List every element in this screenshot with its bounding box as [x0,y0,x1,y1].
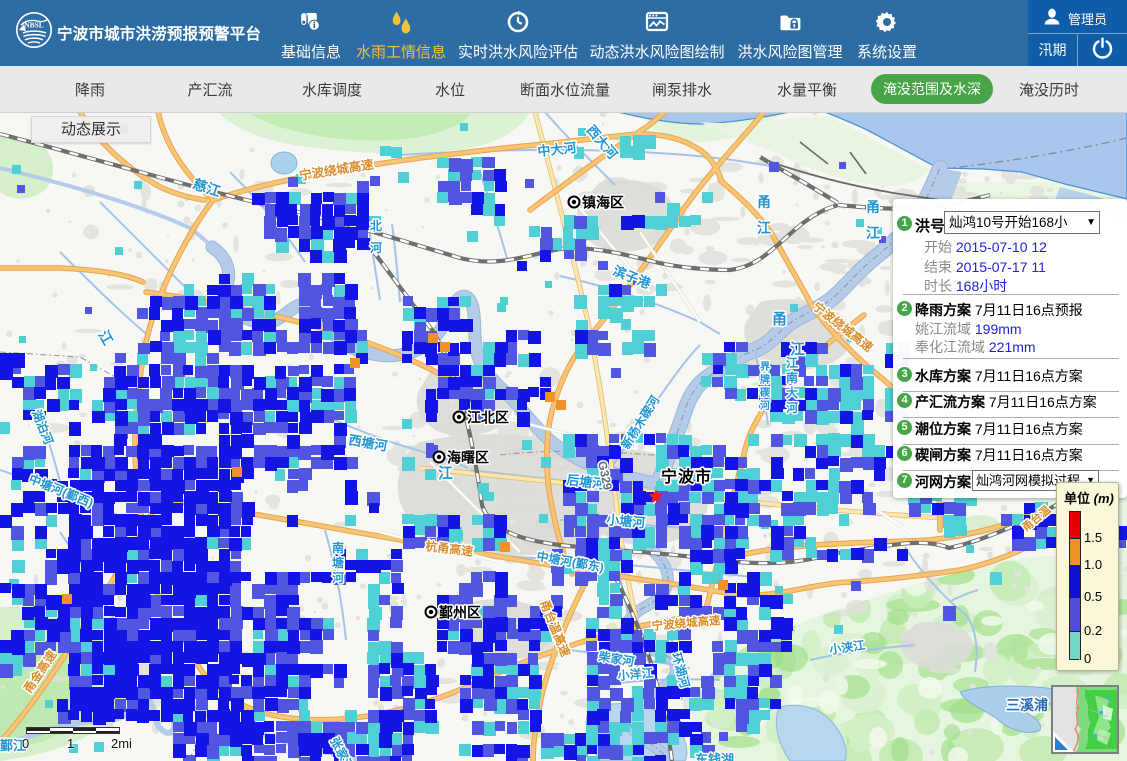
svg-text:南塘河: 南塘河 [331,540,344,585]
svg-text:江: 江 [438,464,453,482]
svg-text:江北区: 江北区 [467,410,509,426]
svg-text:镇海区: 镇海区 [582,195,624,211]
svg-text:三溪浦: 三溪浦 [1006,697,1048,713]
svg-text:小洋江: 小洋江 [617,665,654,683]
svg-text:东钱湖: 东钱湖 [695,752,734,761]
svg-text:鄞州区: 鄞州区 [439,605,481,621]
svg-text:宁波市: 宁波市 [661,467,712,486]
svg-text:甬: 甬 [772,311,787,328]
svg-text:NBSL: NBSL [24,21,44,30]
svg-text:海曙区: 海曙区 [447,450,489,466]
